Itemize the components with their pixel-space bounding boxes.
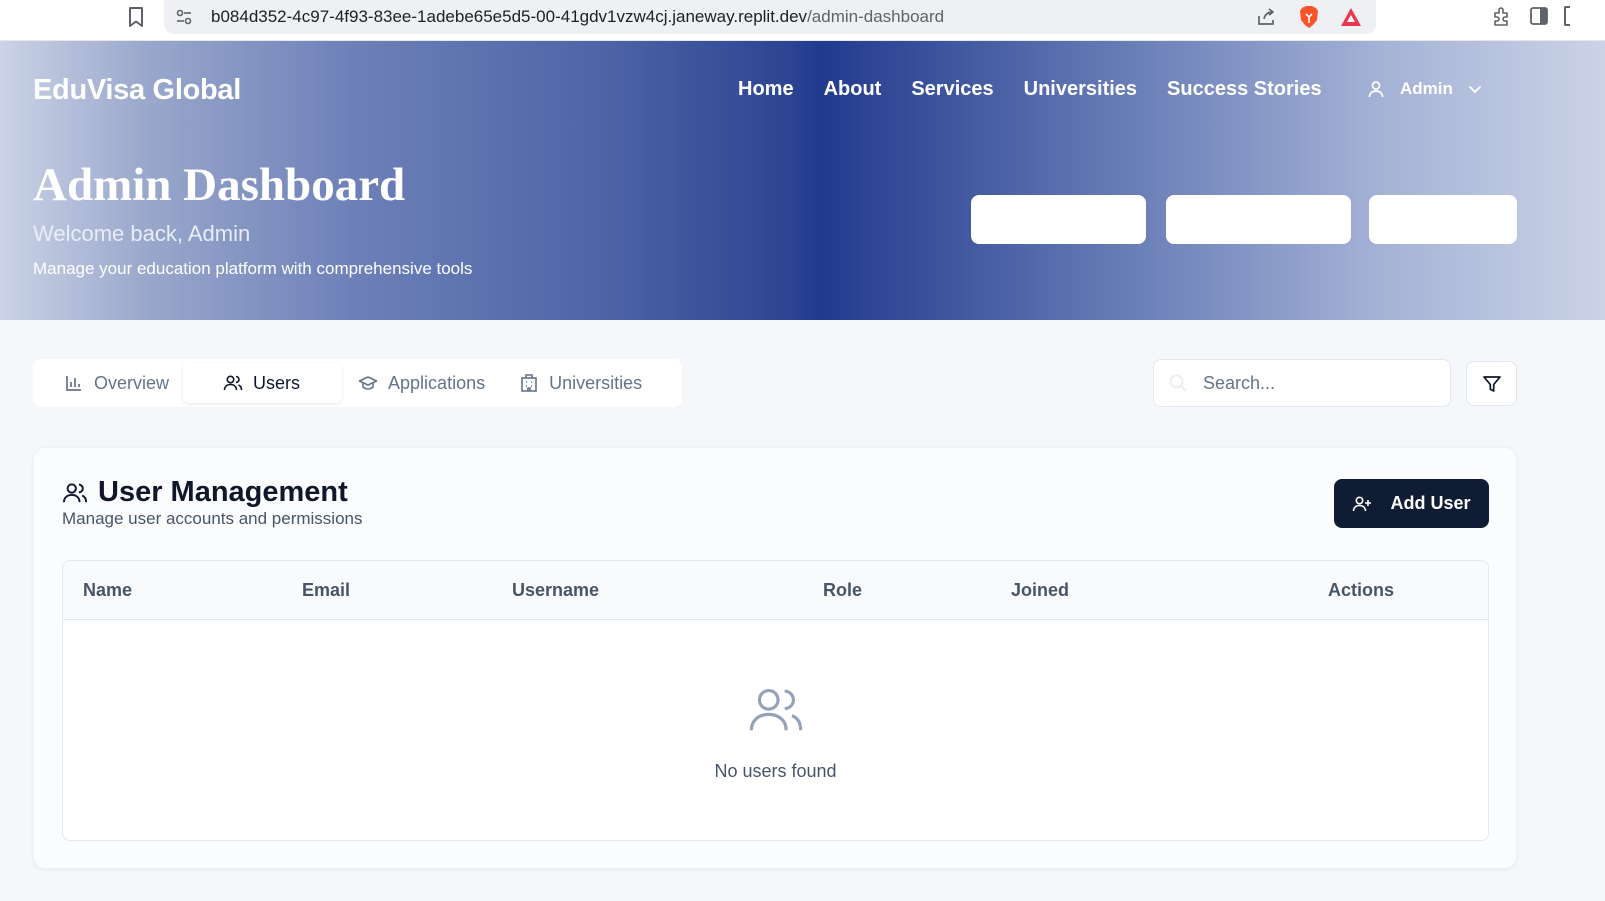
add-user-button[interactable]: Add User	[1334, 479, 1489, 528]
dashboard-tabs: Overview Users Applications Universities	[33, 359, 682, 407]
column-header-username[interactable]: Username	[512, 580, 599, 601]
window-edge	[1564, 6, 1570, 26]
card-subtitle: Manage user accounts and permissions	[62, 509, 363, 528]
users-icon	[223, 375, 243, 391]
users-icon	[62, 482, 88, 502]
address-bar[interactable]: b084d352-4c97-4f93-83ee-1adebe65e5d5-00-…	[164, 0, 1376, 34]
add-user-label: Add User	[1390, 493, 1471, 513]
empty-state-text: No users found	[714, 761, 837, 781]
user-plus-icon	[1353, 495, 1372, 511]
sidebar-icon[interactable]	[1529, 6, 1549, 26]
user-management-card: User Management Manage user accounts and…	[33, 447, 1517, 869]
users-icon	[749, 688, 803, 731]
tab-overview[interactable]: Overview	[37, 363, 183, 403]
hero-header: EduVisa Global Home About Services Unive…	[0, 41, 1605, 320]
bookmark-icon[interactable]	[127, 6, 145, 28]
site-settings-icon[interactable]	[175, 8, 193, 26]
search-icon	[1169, 374, 1187, 392]
nav-about[interactable]: About	[824, 78, 882, 101]
hero-action-button-1[interactable]	[971, 195, 1146, 244]
extensions-icon[interactable]	[1491, 6, 1513, 28]
url-host: b084d352-4c97-4f93-83ee-1adebe65e5d5-00-…	[211, 7, 808, 26]
browser-toolbar: b084d352-4c97-4f93-83ee-1adebe65e5d5-00-…	[0, 0, 1605, 41]
search-input[interactable]	[1203, 372, 1433, 394]
card-header: User Management	[62, 476, 348, 509]
building-icon	[521, 374, 537, 392]
brand-logo[interactable]: EduVisa Global	[33, 74, 241, 107]
user-icon	[1368, 81, 1384, 98]
card-title: User Management	[98, 476, 348, 508]
graduation-cap-icon	[358, 376, 378, 390]
tab-applications[interactable]: Applications	[342, 363, 499, 403]
main-nav: Home About Services Universities Success…	[738, 78, 1322, 101]
column-header-email[interactable]: Email	[302, 580, 350, 601]
tab-label: Users	[253, 372, 301, 393]
users-table: Name Email Username Role Joined Actions …	[62, 560, 1489, 841]
column-header-name[interactable]: Name	[83, 580, 132, 601]
tab-label: Applications	[388, 372, 486, 393]
tab-label: Overview	[94, 372, 170, 393]
tab-label: Universities	[549, 372, 643, 393]
table-header: Name Email Username Role Joined Actions	[63, 561, 1488, 620]
search-box	[1153, 359, 1451, 407]
user-menu-label: Admin	[1400, 79, 1453, 98]
hero-action-button-2[interactable]	[1166, 195, 1351, 244]
column-header-actions: Actions	[1328, 580, 1395, 600]
hero-action-button-3[interactable]	[1369, 195, 1517, 244]
empty-state: No users found	[63, 621, 1488, 840]
page-title: Admin Dashboard	[33, 159, 406, 211]
brave-shield-icon[interactable]	[1298, 5, 1320, 29]
share-icon[interactable]	[1256, 7, 1276, 27]
rewards-icon[interactable]	[1340, 6, 1362, 28]
column-header-joined[interactable]: Joined	[1011, 580, 1069, 601]
column-header-role[interactable]: Role	[823, 580, 862, 601]
hero-tagline: Manage your education platform with comp…	[33, 259, 473, 278]
welcome-message: Welcome back, Admin	[33, 221, 251, 246]
tab-users[interactable]: Users	[183, 363, 343, 403]
filter-icon	[1482, 375, 1501, 392]
nav-universities[interactable]: Universities	[1024, 78, 1137, 101]
tab-universities[interactable]: Universities	[499, 363, 656, 403]
nav-home[interactable]: Home	[738, 78, 794, 101]
url-text[interactable]: b084d352-4c97-4f93-83ee-1adebe65e5d5-00-…	[211, 7, 944, 27]
chevron-down-icon	[1469, 86, 1481, 94]
filter-button[interactable]	[1466, 361, 1517, 406]
nav-success-stories[interactable]: Success Stories	[1167, 78, 1322, 101]
user-menu[interactable]: Admin	[1366, 79, 1483, 99]
url-path: /admin-dashboard	[807, 7, 945, 26]
bar-chart-icon	[66, 376, 81, 391]
nav-services[interactable]: Services	[911, 78, 993, 101]
